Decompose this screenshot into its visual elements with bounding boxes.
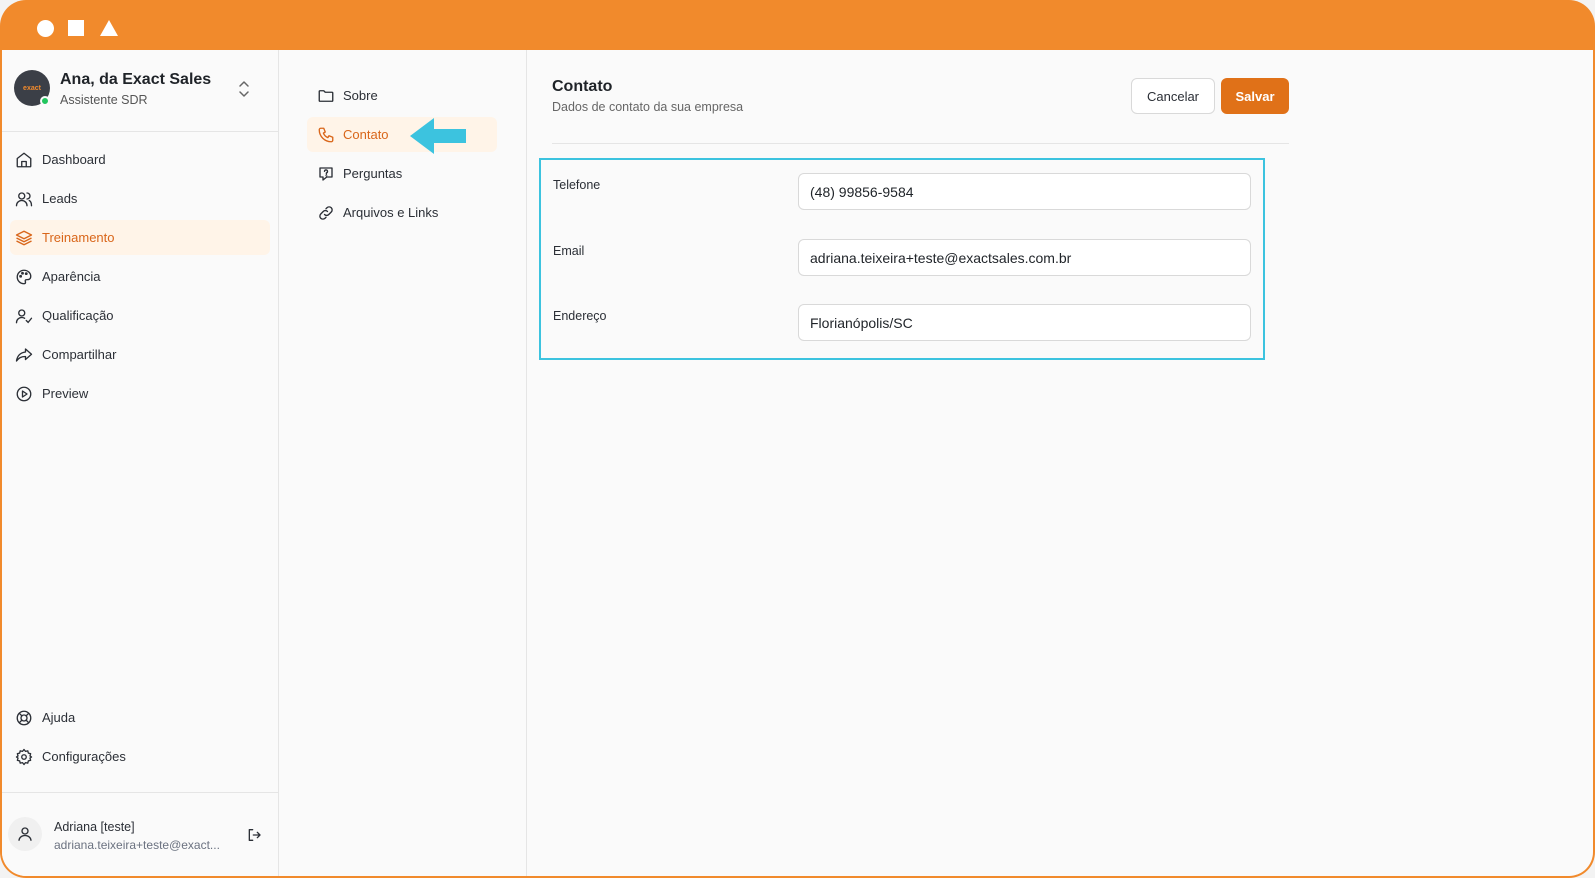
sidebar-item-label: Qualificação xyxy=(42,308,114,323)
sidebar: exact Ana, da Exact Sales Assistente SDR… xyxy=(2,50,279,876)
user-icon xyxy=(18,827,32,841)
sidebar-item-label: Dashboard xyxy=(42,152,106,167)
sidebar-item-label: Preview xyxy=(42,386,89,401)
main-navigation: Dashboard Leads Treinamento Aparência Qu… xyxy=(2,142,278,415)
subnav-item-label: Sobre xyxy=(343,88,378,103)
sidebar-item-label: Configurações xyxy=(42,749,126,764)
logout-icon[interactable] xyxy=(246,827,262,848)
app-content: exact Ana, da Exact Sales Assistente SDR… xyxy=(2,50,1593,876)
sidebar-item-ajuda[interactable]: Ajuda xyxy=(10,700,270,735)
bottom-navigation: Ajuda Configurações xyxy=(2,700,278,778)
cancel-button[interactable]: Cancelar xyxy=(1131,78,1215,114)
page-subtitle: Dados de contato da sua empresa xyxy=(552,100,744,114)
folder-icon xyxy=(317,87,335,105)
sidebar-item-configuracoes[interactable]: Configurações xyxy=(10,739,270,774)
contact-panel: Contato Dados de contato da sua empresa … xyxy=(528,50,1593,876)
window-circle-control[interactable] xyxy=(37,20,54,37)
user-avatar[interactable] xyxy=(8,817,42,851)
address-field[interactable] xyxy=(798,304,1251,341)
phone-label: Telefone xyxy=(553,178,601,192)
save-button[interactable]: Salvar xyxy=(1221,78,1289,114)
layers-icon xyxy=(14,228,34,248)
user-email: adriana.teixeira+teste@exact... xyxy=(54,838,220,852)
home-icon xyxy=(14,150,34,170)
subnav-item-label: Perguntas xyxy=(343,166,403,181)
sidebar-item-label: Ajuda xyxy=(42,710,76,725)
title-bar xyxy=(0,0,1595,50)
header-divider xyxy=(552,143,1289,144)
lifebuoy-icon xyxy=(14,708,34,728)
subnav-item-sobre[interactable]: Sobre xyxy=(307,78,497,113)
email-field[interactable] xyxy=(798,239,1251,276)
subnav-item-label: Contato xyxy=(343,127,389,142)
annotation-arrow-icon xyxy=(410,116,468,161)
share-icon xyxy=(14,345,34,365)
contact-form: Telefone Email Endereço xyxy=(539,158,1265,360)
phone-icon xyxy=(317,126,335,144)
play-circle-icon xyxy=(14,384,34,404)
sidebar-item-compartilhar[interactable]: Compartilhar xyxy=(10,337,270,372)
sidebar-item-dashboard[interactable]: Dashboard xyxy=(10,142,270,177)
assistant-profile[interactable]: exact Ana, da Exact Sales Assistente SDR xyxy=(2,50,278,132)
sidebar-item-treinamento[interactable]: Treinamento xyxy=(10,220,270,255)
email-label: Email xyxy=(553,244,585,258)
user-footer: Adriana [teste] adriana.teixeira+teste@e… xyxy=(2,792,278,876)
avatar-logo-text: exact xyxy=(23,84,41,92)
sidebar-item-aparencia[interactable]: Aparência xyxy=(10,259,270,294)
assistant-name: Ana, da Exact Sales xyxy=(60,71,212,88)
subnav-item-arquivos-e-links[interactable]: Arquivos e Links xyxy=(307,195,497,230)
sidebar-item-label: Aparência xyxy=(42,269,101,284)
subnav-item-label: Arquivos e Links xyxy=(343,205,439,220)
window-square-control[interactable] xyxy=(68,20,84,36)
training-subnav: Sobre Contato Perguntas Arquivos e Links xyxy=(279,50,527,876)
window-triangle-control[interactable] xyxy=(100,20,118,36)
phone-field[interactable] xyxy=(798,173,1251,210)
page-title: Contato xyxy=(552,78,613,95)
sidebar-item-label: Treinamento xyxy=(42,230,115,245)
sidebar-item-label: Leads xyxy=(42,191,78,206)
sidebar-item-preview[interactable]: Preview xyxy=(10,376,270,411)
message-question-icon xyxy=(317,165,335,183)
subnav-item-perguntas[interactable]: Perguntas xyxy=(307,156,497,191)
link-icon xyxy=(317,204,335,222)
address-label: Endereço xyxy=(553,309,607,323)
palette-icon xyxy=(14,267,34,287)
assistant-role: Assistente SDR xyxy=(60,93,148,107)
sidebar-item-qualificacao[interactable]: Qualificação xyxy=(10,298,270,333)
sidebar-item-label: Compartilhar xyxy=(42,347,117,362)
user-name: Adriana [teste] xyxy=(54,820,135,834)
chevrons-up-down-icon[interactable] xyxy=(237,80,251,98)
user-check-icon xyxy=(14,306,34,326)
subnav-item-contato[interactable]: Contato xyxy=(307,117,497,152)
online-status-dot xyxy=(40,96,50,106)
sidebar-item-leads[interactable]: Leads xyxy=(10,181,270,216)
users-icon xyxy=(14,189,34,209)
settings-icon xyxy=(14,747,34,767)
window-frame: exact Ana, da Exact Sales Assistente SDR… xyxy=(0,0,1595,878)
